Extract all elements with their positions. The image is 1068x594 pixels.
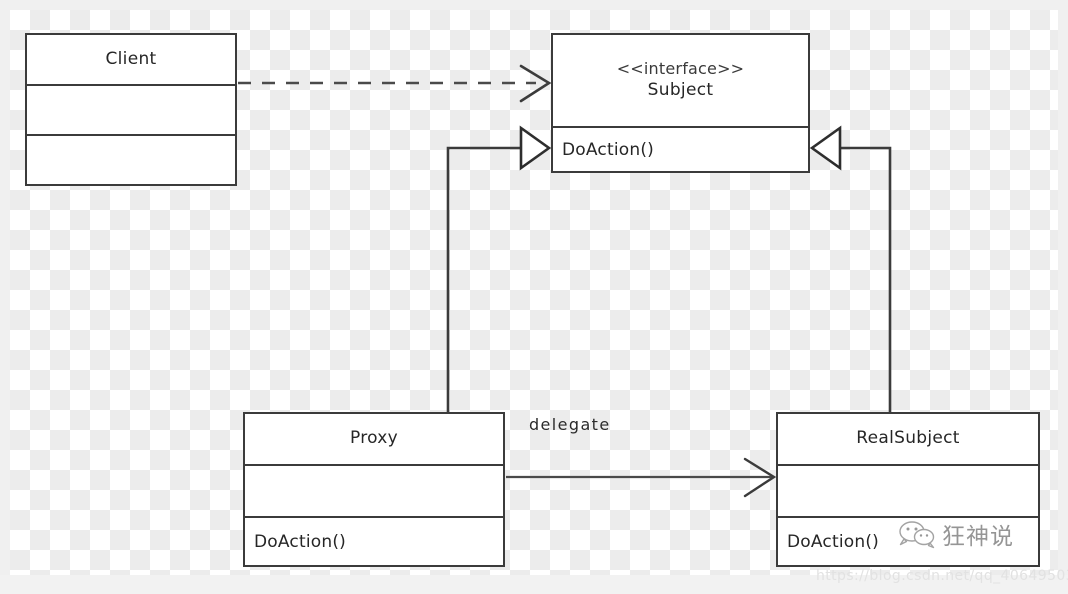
realsubject-attributes-compartment [778,464,1038,516]
proxy-operations-compartment: DoAction() [245,516,503,565]
subject-class-name: Subject [647,80,714,101]
uml-class-subject[interactable]: <<interface>> Subject DoAction() [551,33,810,173]
realsubject-operations-compartment: DoAction() [778,516,1038,565]
client-title-compartment: Client [27,35,235,84]
proxy-title-compartment: Proxy [245,414,503,464]
subject-operation-doaction: DoAction() [562,139,654,160]
realsubject-operation-doaction: DoAction() [787,531,879,552]
proxy-class-name: Proxy [349,428,399,449]
uml-class-proxy[interactable]: Proxy DoAction() [243,412,505,567]
edge-label-delegate: delegate [529,415,611,434]
proxy-operation-doaction: DoAction() [254,531,346,552]
subject-stereotype: <<interface>> [616,59,745,79]
subject-operations-compartment: DoAction() [553,126,808,171]
client-attributes-compartment [27,84,235,134]
realsubject-title-compartment: RealSubject [778,414,1038,464]
client-operations-compartment [27,134,235,184]
uml-class-realsubject[interactable]: RealSubject DoAction() [776,412,1040,567]
proxy-attributes-compartment [245,464,503,516]
client-class-name: Client [105,48,157,69]
source-url-watermark: https://blog.csdn.net/qq_40649503 [816,568,1068,584]
subject-title-compartment: <<interface>> Subject [553,35,808,126]
uml-class-client[interactable]: Client [25,33,237,186]
diagram-canvas: Subject : dashed dependency with open ar… [0,0,1068,594]
realsubject-class-name: RealSubject [856,428,960,449]
